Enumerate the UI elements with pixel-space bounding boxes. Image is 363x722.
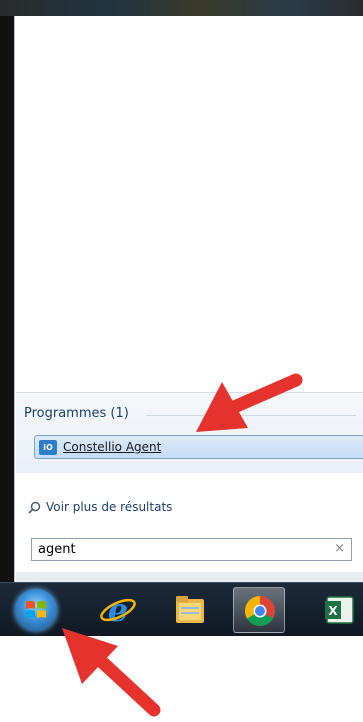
start-menu-footer [16, 572, 363, 582]
start-search-box[interactable]: × [31, 538, 352, 561]
taskbar-internet-explorer[interactable]: e [92, 587, 144, 633]
result-item-constellio-agent[interactable]: iO Constellio Agent [34, 435, 363, 459]
see-more-results-link[interactable]: Voir plus de résultats [28, 498, 172, 516]
excel-icon: X [325, 596, 354, 624]
taskbar-file-explorer[interactable] [164, 587, 216, 633]
blank-area [0, 636, 363, 722]
svg-text:X: X [328, 604, 338, 618]
header-divider [146, 415, 356, 416]
windows-logo-icon [26, 601, 46, 618]
internet-explorer-icon: e [100, 591, 136, 629]
section-header: Programmes (1) [24, 406, 129, 421]
taskbar-chrome[interactable] [233, 587, 285, 633]
window-edge [0, 16, 14, 582]
constellio-app-icon: iO [39, 439, 57, 455]
clear-search-icon[interactable]: × [334, 541, 345, 556]
search-results-section: Programmes (1) iO Constellio Agent [16, 392, 363, 473]
search-icon [28, 501, 41, 514]
result-item-label: Constellio Agent [63, 440, 162, 454]
svg-text:e: e [108, 591, 128, 629]
start-orb[interactable] [15, 589, 57, 631]
folder-icon [176, 596, 204, 623]
see-more-results-label: Voir plus de résultats [46, 500, 173, 514]
taskbar: e X [0, 582, 363, 637]
search-input[interactable] [36, 541, 320, 558]
chrome-icon [244, 596, 275, 627]
desktop-background-strip [0, 0, 363, 16]
taskbar-excel[interactable]: X [313, 587, 363, 633]
